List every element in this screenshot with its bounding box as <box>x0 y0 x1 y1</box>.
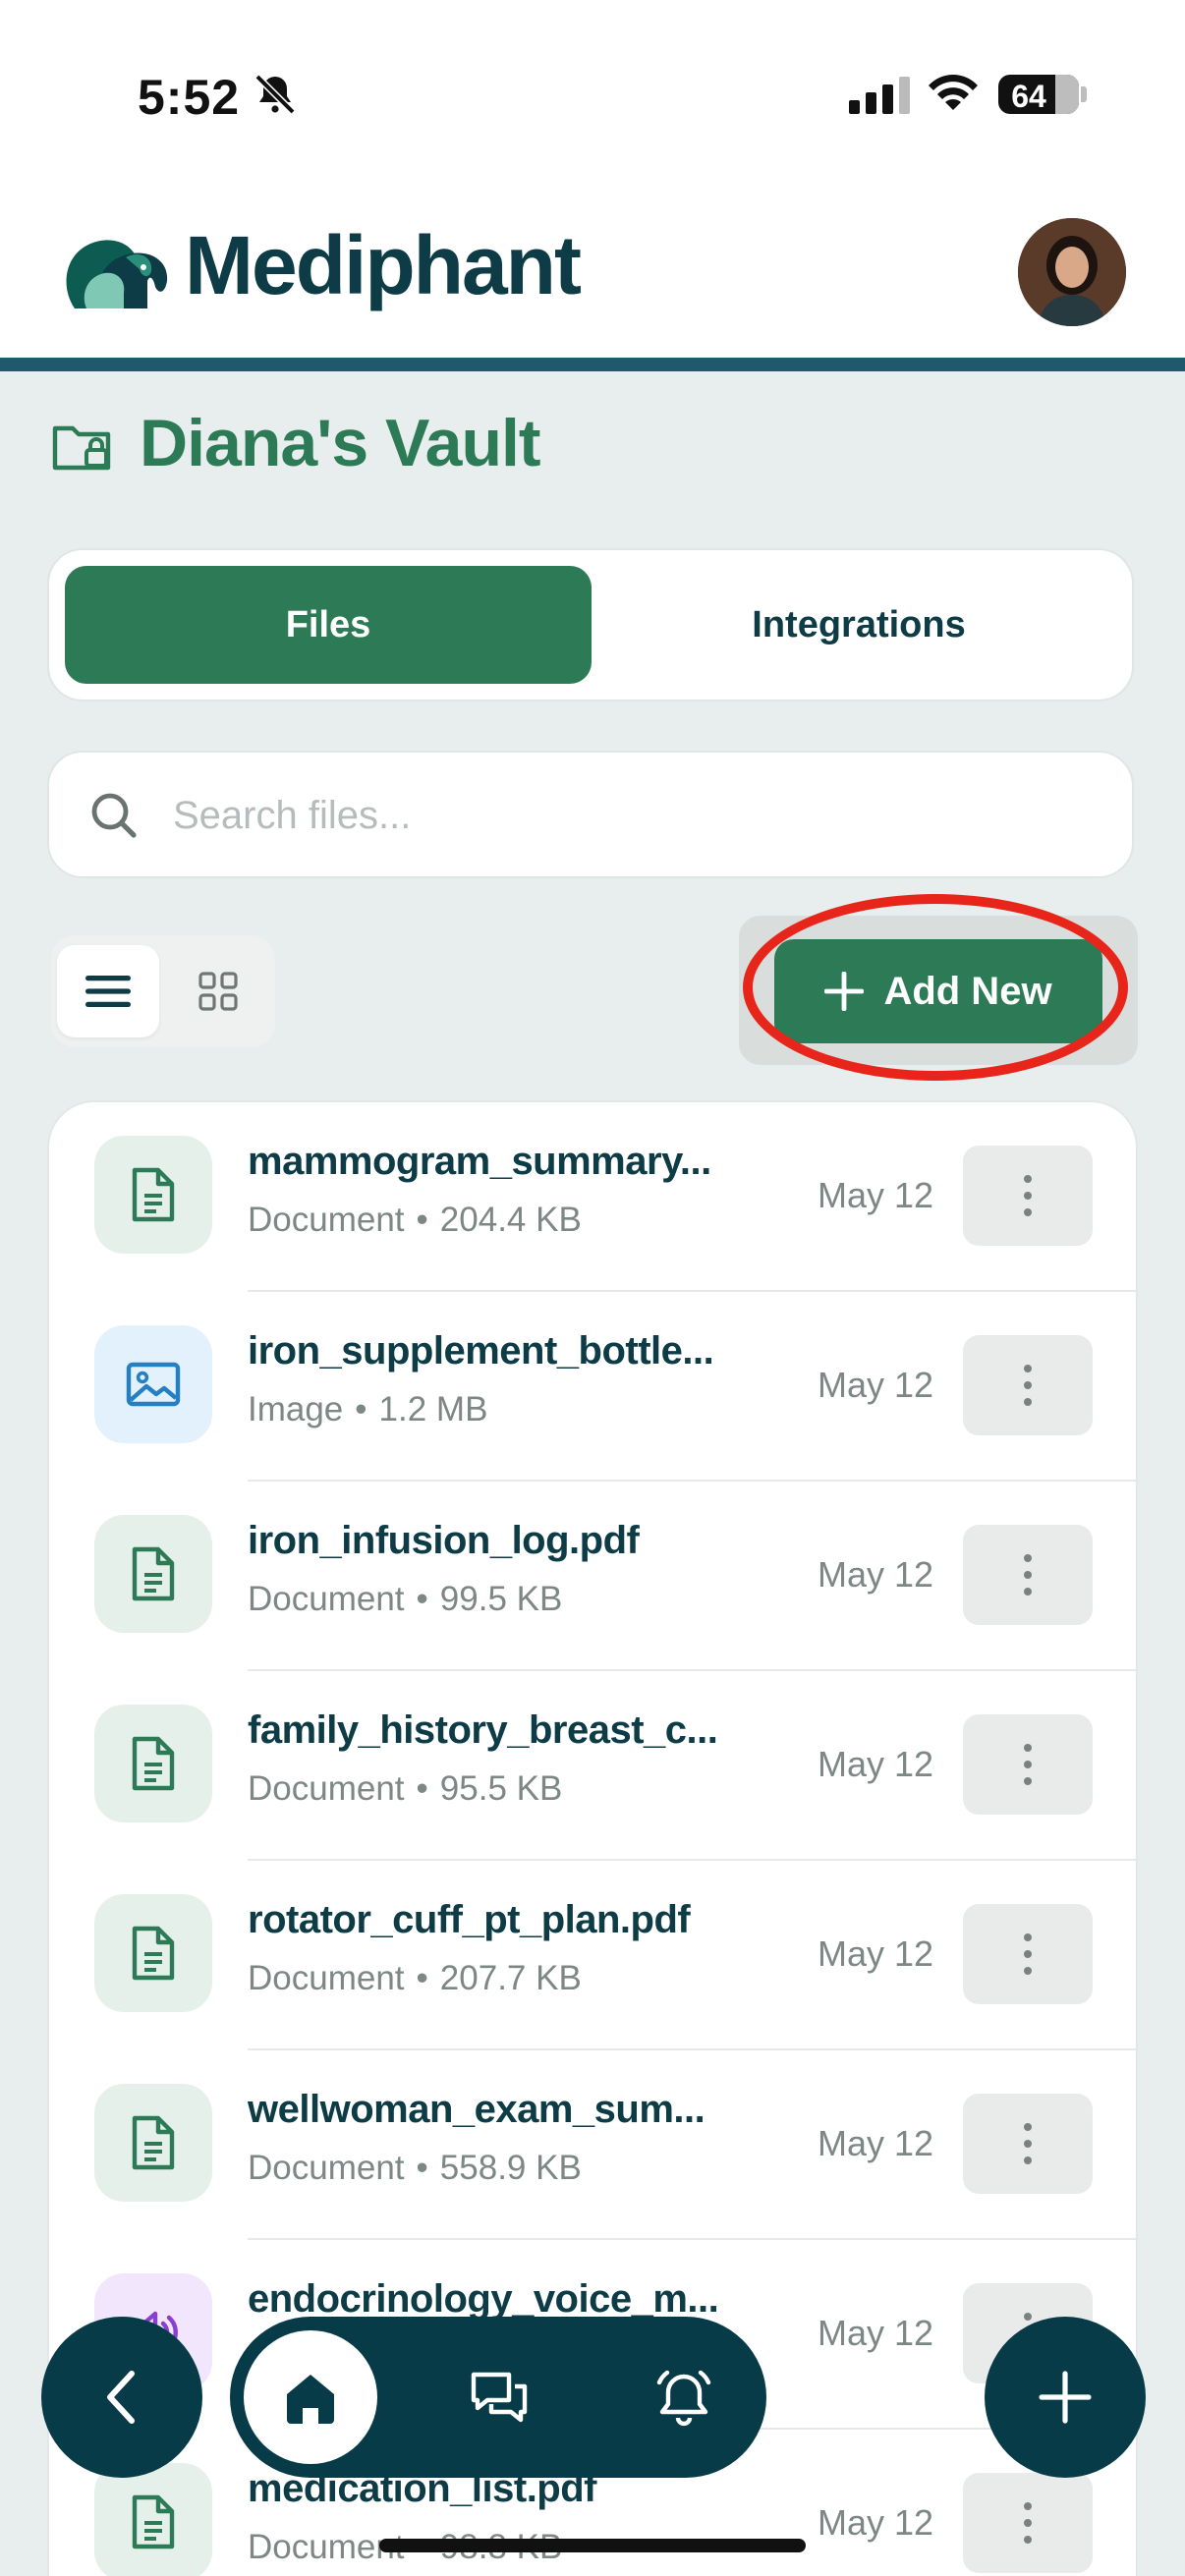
file-date: May 12 <box>818 1933 934 1974</box>
home-icon <box>287 2375 334 2424</box>
view-toggle <box>51 935 275 1047</box>
chat-icon <box>471 2372 528 2423</box>
meta-separator: • <box>355 1390 367 1428</box>
file-row[interactable]: rotator_cuff_pt_plan.pdf Document • 207.7 … <box>49 1861 1136 2050</box>
file-size: 99.5 KB <box>439 1580 563 1618</box>
more-options-button[interactable] <box>963 2094 1093 2194</box>
add-fab-button[interactable] <box>985 2317 1146 2478</box>
meta-separator: • <box>416 2149 428 2187</box>
search-input[interactable] <box>171 782 1099 849</box>
file-name: iron_supplement_bottle... <box>248 1329 714 1372</box>
back-button[interactable] <box>41 2317 202 2478</box>
user-avatar[interactable] <box>1018 218 1126 326</box>
file-name: wellwoman_exam_sum... <box>248 2088 705 2131</box>
document-icon <box>94 1894 212 2012</box>
file-type: Image <box>248 1390 344 1428</box>
file-name: mammogram_summary... <box>248 1140 711 1183</box>
file-date: May 12 <box>818 2502 934 2543</box>
battery-level: 64 <box>1011 79 1046 114</box>
document-icon <box>94 2084 212 2202</box>
more-options-button[interactable] <box>963 1714 1093 1815</box>
file-row[interactable]: iron_supplement_bottle... Image • 1.2 MB M… <box>49 1292 1136 1482</box>
meta-separator: • <box>416 1201 428 1239</box>
file-type: Document <box>248 1580 405 1618</box>
elephant-logo-icon <box>57 220 181 313</box>
header-divider <box>0 358 1185 371</box>
silent-mode-icon <box>252 71 299 123</box>
file-row[interactable]: iron_infusion_log.pdf Document • 99.5 KB M… <box>49 1482 1136 1671</box>
more-options-button[interactable] <box>963 1146 1093 1246</box>
file-meta: Document • 204.4 KB <box>248 1201 582 1240</box>
more-options-button[interactable] <box>963 2473 1093 2573</box>
file-size: 207.7 KB <box>439 1959 582 1997</box>
file-meta: Document • 207.7 KB <box>248 1959 582 1998</box>
file-name: family_history_breast_c... <box>248 1708 718 1752</box>
file-size: 95.5 KB <box>439 1769 563 1808</box>
file-date: May 12 <box>818 1365 934 1405</box>
page-title: Diana's Vault <box>140 406 541 480</box>
home-indicator <box>379 2539 806 2552</box>
file-meta: Image • 1.2 MB <box>248 1390 487 1429</box>
more-options-button[interactable] <box>963 1525 1093 1625</box>
meta-separator: • <box>416 1580 428 1618</box>
file-name: endocrinology_voice_m... <box>248 2277 719 2321</box>
file-row[interactable]: wellwoman_exam_sum... Document • 558.9 KB … <box>49 2050 1136 2240</box>
image-icon <box>94 1325 212 1443</box>
locked-folder-icon <box>51 420 114 478</box>
bottom-nav <box>230 2317 766 2478</box>
tab-bar: Files Integrations <box>47 548 1134 701</box>
file-name: rotator_cuff_pt_plan.pdf <box>248 1898 691 1941</box>
nav-messages-button[interactable] <box>452 2350 546 2444</box>
brand-name: Mediphant <box>185 219 582 311</box>
more-options-button[interactable] <box>963 1335 1093 1435</box>
status-time: 5:52 <box>138 70 241 125</box>
more-options-button[interactable] <box>963 1904 1093 2004</box>
tab-integrations[interactable]: Integrations <box>599 566 1118 684</box>
list-icon <box>85 976 131 1007</box>
chevron-left-icon <box>107 2371 135 2424</box>
meta-separator: • <box>416 1959 428 1997</box>
grid-icon <box>198 972 238 1011</box>
file-size: 558.9 KB <box>439 2149 582 2187</box>
file-row[interactable]: mammogram_summary... Document • 204.4 KB M… <box>49 1102 1136 1292</box>
nav-home-button[interactable] <box>244 2330 377 2464</box>
search-bar <box>47 751 1134 878</box>
battery-icon: 64 <box>998 75 1079 114</box>
list-view-button[interactable] <box>57 945 159 1037</box>
file-date: May 12 <box>818 1744 934 1784</box>
file-meta: Document • 558.9 KB <box>248 2149 582 2188</box>
document-icon <box>94 1515 212 1633</box>
meta-separator: • <box>416 1769 428 1808</box>
grid-view-button[interactable] <box>167 945 269 1037</box>
file-row[interactable]: family_history_breast_c... Document • 95.5… <box>49 1671 1136 1861</box>
battery-cap <box>1081 86 1087 102</box>
document-icon <box>94 2463 212 2576</box>
file-type: Document <box>248 1769 405 1808</box>
search-icon <box>88 790 140 846</box>
file-name: iron_infusion_log.pdf <box>248 1519 640 1562</box>
file-date: May 12 <box>818 2313 934 2353</box>
cellular-signal-icon <box>849 77 910 114</box>
file-size: 204.4 KB <box>439 1201 582 1239</box>
file-date: May 12 <box>818 1175 934 1215</box>
highlight-annotation <box>743 894 1128 1081</box>
file-meta: Document • 95.5 KB <box>248 1769 562 1809</box>
plus-icon <box>1039 2371 1092 2424</box>
file-date: May 12 <box>818 2123 934 2163</box>
document-icon <box>94 1705 212 1822</box>
nav-notifications-button[interactable] <box>637 2350 731 2444</box>
file-type: Document <box>248 1959 405 1997</box>
file-meta: Document • 99.5 KB <box>248 1580 562 1619</box>
document-icon <box>94 1136 212 1254</box>
file-type: Document <box>248 2149 405 2187</box>
file-type: Document <box>248 1201 405 1239</box>
bell-icon <box>656 2370 711 2427</box>
tab-files[interactable]: Files <box>65 566 592 684</box>
file-size: 1.2 MB <box>378 1390 488 1428</box>
wifi-icon <box>926 71 981 119</box>
file-date: May 12 <box>818 1554 934 1595</box>
